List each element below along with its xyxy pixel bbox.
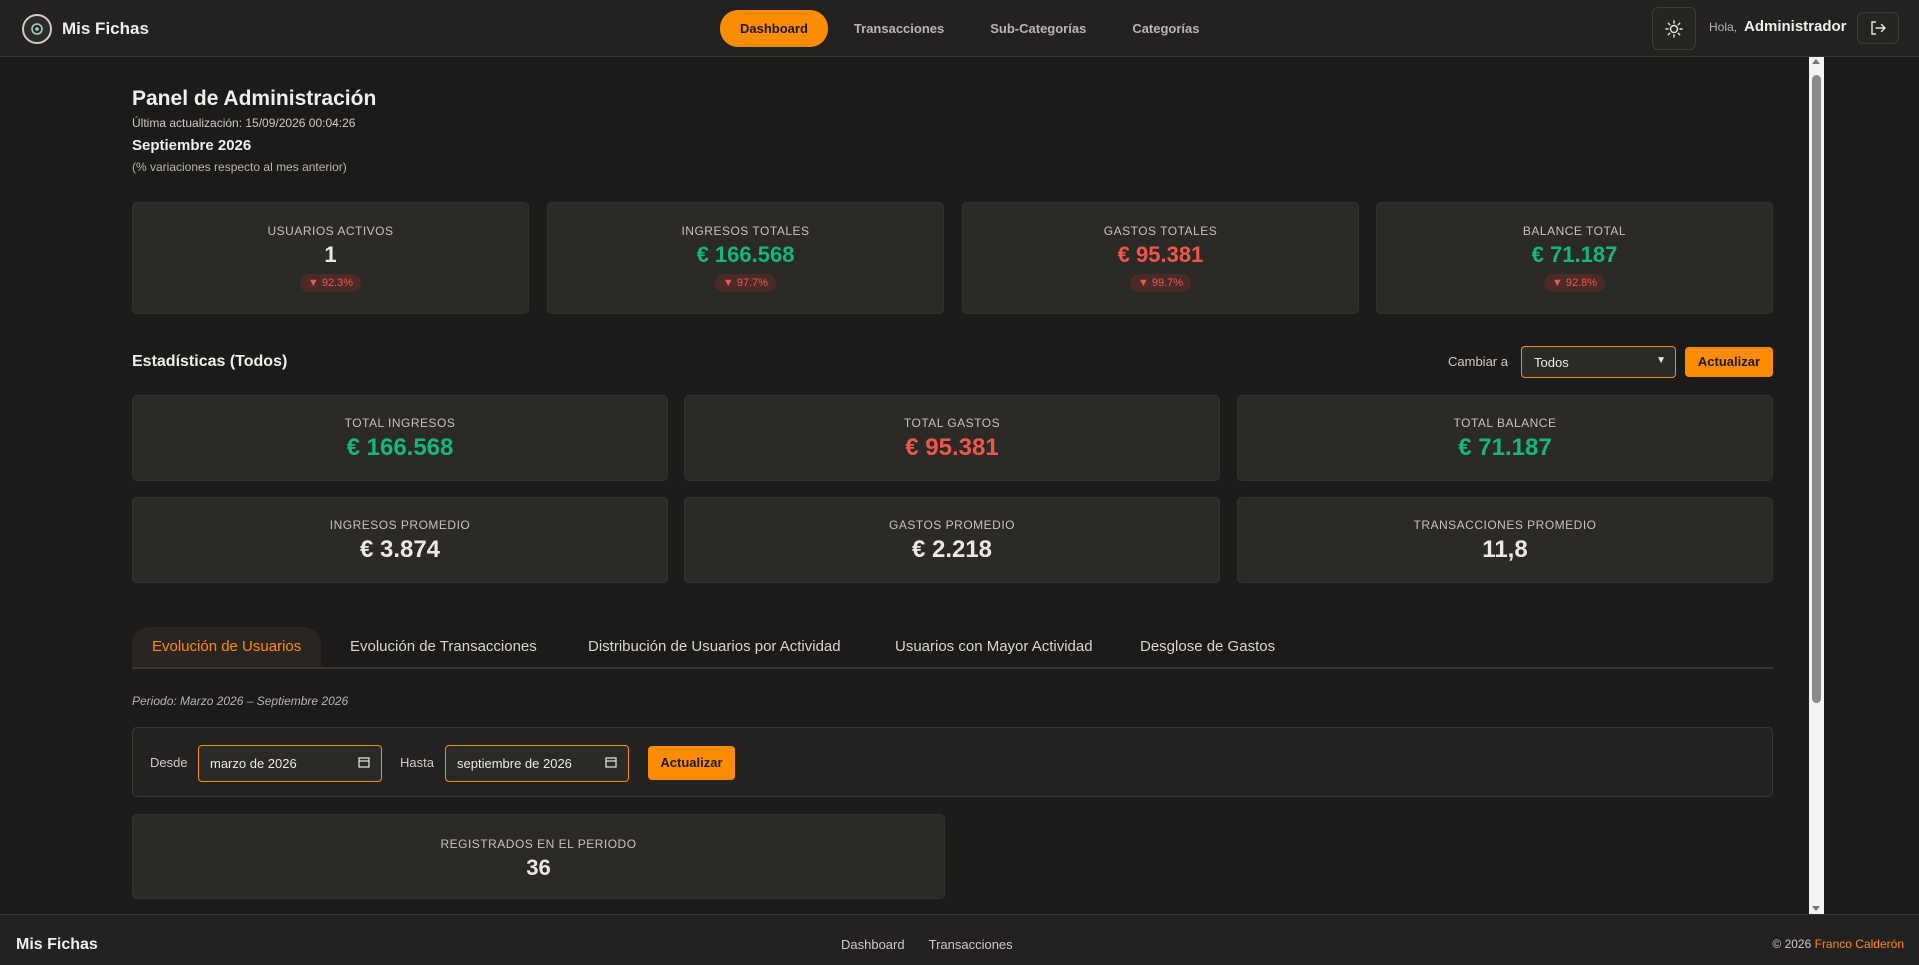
filter-update-button[interactable]: Actualizar [648,746,735,780]
switch-label: Cambiar a [1448,354,1508,369]
stat-value: € 166.568 [346,434,454,461]
logout-icon [1871,21,1886,35]
scroll-thumb[interactable] [1812,75,1821,703]
scroll-up-arrow-icon[interactable] [1812,59,1820,64]
stat-value: € 95.381 [905,434,999,461]
scope-select[interactable]: Todos ▼ [1521,346,1676,378]
tab-desglose-gastos[interactable]: Desglose de Gastos [1120,627,1295,667]
copyright-text: © 2026 [1772,937,1812,951]
footer-brand: Mis Fichas [16,936,98,953]
kpi-label: GASTOS TOTALES [1103,224,1218,238]
kpi-card-gastos-totales: GASTOS TOTALES € 95.381 ▼ 99.7% [962,202,1359,314]
brand-title: Mis Fichas [62,19,149,38]
kpi-label: BALANCE TOTAL [1522,224,1627,238]
tab-evolucion-usuarios[interactable]: Evolución de Usuarios [132,627,322,667]
stat-value: € 2.218 [911,536,993,563]
stat-card-total-gastos: TOTAL GASTOS € 95.381 [684,395,1220,481]
calendar-icon [358,756,370,771]
kpi-card-balance-total: BALANCE TOTAL € 71.187 ▼ 92.8% [1376,202,1773,314]
variations-note: (% variaciones respecto al mes anterior) [132,160,347,174]
nav-categorias[interactable]: Categorías [1112,10,1219,47]
nav-dashboard[interactable]: Dashboard [720,10,828,47]
stat-card-total-balance: TOTAL BALANCE € 71.187 [1237,395,1773,481]
registered-card: REGISTRADOS EN EL PERIODO 36 [132,814,945,899]
logout-button[interactable] [1857,12,1899,44]
scroll-down-arrow-icon[interactable] [1812,906,1820,911]
footer-links: Dashboard Transacciones [841,937,1013,952]
stat-card-gastos-promedio: GASTOS PROMEDIO € 2.218 [684,497,1220,583]
scrollbar[interactable] [1809,57,1824,914]
registered-label: REGISTRADOS EN EL PERIODO [440,837,637,851]
chevron-down-icon: ▼ [1656,355,1666,366]
last-update-text: Última actualización: 15/09/2026 00:04:2… [132,116,356,130]
kpi-card-usuarios-activos: USUARIOS ACTIVOS 1 ▼ 92.3% [132,202,529,314]
main-nav: Dashboard Transacciones Sub-Categorías C… [720,10,1220,47]
kpi-delta-badge: ▼ 97.7% [714,274,777,292]
stats-update-button[interactable]: Actualizar [1685,347,1773,377]
username: Administrador [1744,18,1847,35]
stat-value: € 3.874 [359,536,441,563]
to-date-value: septiembre de 2026 [457,756,572,771]
tab-usuarios-mayor-actividad[interactable]: Usuarios con Mayor Actividad [875,627,1113,667]
month-title: Septiembre 2026 [132,137,252,154]
footer-link-dashboard[interactable]: Dashboard [841,937,905,952]
page-title: Panel de Administración [132,87,377,110]
kpi-card-ingresos-totales: INGRESOS TOTALES € 166.568 ▼ 97.7% [547,202,944,314]
stat-value: € 71.187 [1458,434,1552,461]
stat-label: TOTAL GASTOS [903,416,1001,430]
main-content: Panel de Administración Última actualiza… [0,57,1919,914]
stats-title: Estadísticas (Todos) [132,353,288,370]
kpi-label: USUARIOS ACTIVOS [267,224,394,238]
stat-label: TRANSACCIONES PROMEDIO [1413,518,1597,532]
stat-label: TOTAL BALANCE [1453,416,1557,430]
stat-label: INGRESOS PROMEDIO [329,518,471,532]
stat-card-total-ingresos: TOTAL INGRESOS € 166.568 [132,395,668,481]
theme-toggle-button[interactable] [1652,7,1696,50]
from-date-input[interactable]: marzo de 2026 [198,745,382,782]
to-label: Hasta [400,755,434,770]
kpi-label: INGRESOS TOTALES [681,224,810,238]
kpi-delta-badge: ▼ 92.8% [1543,274,1606,292]
top-navbar: Mis Fichas Dashboard Transacciones Sub-C… [0,0,1919,57]
from-label: Desde [150,755,188,770]
registered-value: 36 [526,855,551,880]
kpi-value: € 166.568 [696,242,795,267]
scope-select-value: Todos [1534,355,1569,370]
sun-icon [1665,19,1683,38]
footer-link-transacciones[interactable]: Transacciones [929,937,1013,952]
to-date-input[interactable]: septiembre de 2026 [445,745,629,782]
calendar-icon [605,756,617,771]
footer-copyright: © 2026 Franco Calderón [1772,937,1904,951]
logo-icon [22,14,52,44]
kpi-delta-badge: ▼ 99.7% [1129,274,1192,292]
period-text: Periodo: Marzo 2026 – Septiembre 2026 [132,694,349,708]
kpi-value: € 71.187 [1531,242,1618,267]
chart-tabs: Evolución de Usuarios Evolución de Trans… [132,627,1773,669]
stat-label: GASTOS PROMEDIO [889,518,1015,532]
kpi-value: 1 [324,242,337,267]
brand[interactable]: Mis Fichas [22,14,149,44]
from-date-value: marzo de 2026 [210,756,297,771]
greeting-text: Hola, [1709,20,1738,34]
author-link[interactable]: Franco Calderón [1815,937,1904,951]
kpi-delta-badge: ▼ 92.3% [299,274,362,292]
stat-card-transacciones-promedio: TRANSACCIONES PROMEDIO 11,8 [1237,497,1773,583]
stat-value: 11,8 [1482,536,1528,563]
stat-label: TOTAL INGRESOS [344,416,456,430]
stat-card-ingresos-promedio: INGRESOS PROMEDIO € 3.874 [132,497,668,583]
tab-evolucion-transacciones[interactable]: Evolución de Transacciones [330,627,557,667]
footer: Mis Fichas Dashboard Transacciones © 202… [0,914,1919,965]
date-filter-panel: Desde marzo de 2026 Hasta septiembre de … [132,727,1773,797]
tab-distribucion-usuarios[interactable]: Distribución de Usuarios por Actividad [568,627,861,667]
nav-transacciones[interactable]: Transacciones [834,10,964,47]
kpi-value: € 95.381 [1117,242,1204,267]
nav-sub-categorias[interactable]: Sub-Categorías [970,10,1106,47]
